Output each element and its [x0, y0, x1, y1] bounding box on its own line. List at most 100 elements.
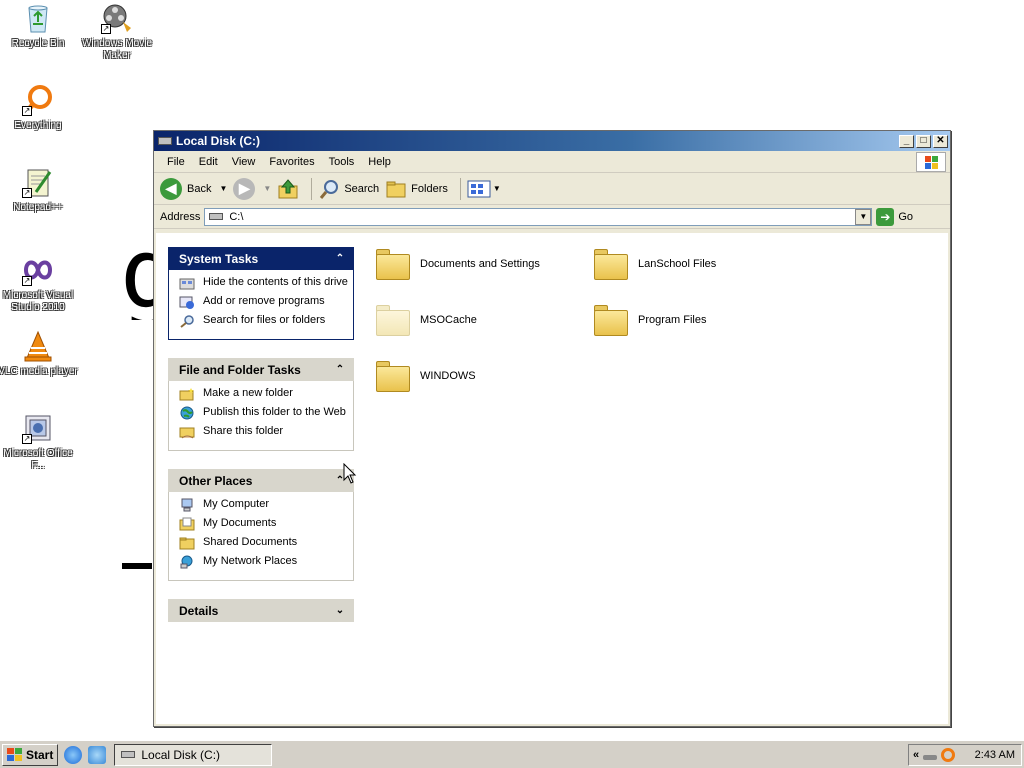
address-dropdown-icon[interactable]: ▼ — [855, 208, 872, 225]
shortcut-arrow-icon: ↗ — [101, 24, 111, 34]
place-shared-documents[interactable]: Shared Documents — [179, 536, 353, 550]
folder-name: Documents and Settings — [420, 258, 540, 270]
share-folder-icon — [179, 427, 195, 439]
views-dropdown-icon[interactable]: ▼ — [493, 184, 501, 193]
desktop-icon-office[interactable]: ↗ Microsoft Office F... — [0, 412, 78, 472]
desktop-icon-visual-studio[interactable]: ↗ Microsoft Visual Studio 2010 — [0, 254, 78, 314]
desktop-icon-label: VLC media player — [0, 366, 78, 377]
search-icon — [320, 179, 339, 199]
forward-dropdown-icon[interactable]: ▼ — [263, 184, 271, 193]
notepad-plus-plus-icon: ↗ — [22, 166, 54, 198]
menu-edit[interactable]: Edit — [192, 156, 225, 168]
collapse-chevron-icon[interactable]: ⌃ — [334, 364, 346, 376]
window-title: Local Disk (C:) — [176, 134, 261, 148]
system-tasks-header[interactable]: System Tasks ⌃ — [168, 247, 354, 270]
desktop-icon-movie-maker[interactable]: ↗ Windows Movie Maker — [77, 2, 157, 62]
other-places-header[interactable]: Other Places ⌃ — [168, 469, 354, 492]
shared-documents-icon — [179, 537, 195, 550]
office-icon: ↗ — [22, 412, 54, 444]
toolbar-separator — [311, 177, 313, 200]
menu-view[interactable]: View — [225, 156, 263, 168]
globe-icon — [180, 406, 194, 420]
menu-file[interactable]: File — [160, 156, 192, 168]
folder-name: Program Files — [638, 314, 707, 326]
up-folder-button[interactable] — [277, 178, 299, 200]
views-button[interactable]: ▼ — [467, 179, 501, 199]
system-tray: « 2:43 AM — [908, 744, 1022, 766]
windows-flag-icon — [7, 747, 23, 762]
maximize-button[interactable]: □ — [916, 134, 931, 148]
go-label: Go — [898, 210, 914, 223]
details-header[interactable]: Details ⌄ — [168, 599, 354, 622]
drive-icon — [158, 137, 172, 145]
folder-icon — [374, 357, 412, 395]
collapse-chevron-icon[interactable]: ⌃ — [334, 253, 346, 265]
task-hide-drive-contents[interactable]: Hide the contents of this drive — [179, 276, 353, 290]
desktop-icon-everything[interactable]: ↗ Everything — [0, 84, 78, 132]
close-button[interactable]: ✕ — [933, 134, 948, 148]
background-glyph: g — [120, 228, 154, 320]
shortcut-arrow-icon: ↗ — [22, 106, 32, 116]
visual-studio-icon: ↗ — [22, 254, 54, 286]
menu-tools[interactable]: Tools — [322, 156, 362, 168]
folder-name: MSOCache — [420, 314, 477, 326]
task-publish-folder-web[interactable]: Publish this folder to the Web — [179, 406, 353, 420]
desktop-icon-recycle-bin[interactable]: Recycle Bin — [0, 2, 78, 50]
folder-name: LanSchool Files — [638, 258, 717, 270]
taskbar-item-local-disk[interactable]: Local Disk (C:) — [114, 743, 273, 766]
folder-windows[interactable]: WINDOWS — [374, 357, 574, 395]
desktop-icon-notepad-plus-plus[interactable]: ↗ Notepad++ — [0, 166, 78, 214]
folder-program-files[interactable]: Program Files — [592, 301, 792, 339]
search-button[interactable]: Search — [318, 178, 379, 200]
folder-lanschool-files[interactable]: LanSchool Files — [592, 245, 792, 283]
background-dash — [122, 563, 152, 569]
place-my-computer[interactable]: My Computer — [179, 498, 353, 512]
menu-favorites[interactable]: Favorites — [262, 156, 321, 168]
window-titlebar[interactable]: Local Disk (C:) _ □ ✕ — [154, 131, 950, 151]
folder-msocache[interactable]: MSOCache — [374, 301, 574, 339]
task-make-new-folder[interactable]: Make a new folder — [179, 387, 353, 401]
folders-button[interactable]: Folders — [385, 178, 448, 200]
task-search-files[interactable]: Search for files or folders — [179, 314, 353, 328]
my-computer-icon — [181, 498, 193, 512]
everything-tray-icon[interactable] — [941, 748, 956, 762]
internet-explorer-icon[interactable] — [64, 745, 83, 764]
folders-label: Folders — [411, 182, 448, 195]
back-button[interactable]: ◀ Back ▼ — [160, 177, 227, 200]
drive-icon — [209, 213, 224, 220]
desktop-icon-label: Microsoft Office F... — [3, 448, 73, 471]
expand-chevron-icon[interactable]: ⌄ — [334, 605, 346, 617]
file-folder-tasks-header[interactable]: File and Folder Tasks ⌃ — [168, 358, 354, 381]
tray-expand-icon[interactable]: « — [913, 749, 919, 761]
folder-icon — [592, 301, 630, 339]
go-button[interactable]: ➔ Go — [876, 207, 914, 226]
clock[interactable]: 2:43 AM — [975, 749, 1015, 761]
network-places-icon — [180, 555, 193, 569]
toolbar: ◀ Back ▼ ▶ ▼ Search Folders ▼ — [154, 173, 950, 205]
folder-icon — [592, 245, 630, 283]
forward-button[interactable]: ▶ ▼ — [233, 177, 271, 200]
back-dropdown-icon[interactable]: ▼ — [219, 184, 227, 193]
place-my-network-places[interactable]: My Network Places — [179, 555, 353, 569]
system-tasks-body: Hide the contents of this drive Add or r… — [168, 270, 354, 340]
address-bar: Address C:\ ▼ ➔ Go — [154, 205, 950, 229]
desktop-icon-label: Windows Movie Maker — [81, 38, 153, 61]
desktop-icon-vlc[interactable]: VLC media player — [0, 330, 78, 378]
task-add-remove-programs[interactable]: Add or remove programs — [179, 295, 353, 309]
address-input[interactable]: C:\ ▼ — [204, 207, 873, 226]
folder-icon — [374, 245, 412, 283]
network-tray-icon[interactable] — [923, 754, 938, 760]
address-value: C:\ — [229, 210, 244, 223]
minimize-button[interactable]: _ — [899, 134, 914, 148]
task-share-folder[interactable]: Share this folder — [179, 425, 353, 439]
details-panel: Details ⌄ — [168, 599, 354, 622]
place-my-documents[interactable]: My Documents — [179, 517, 353, 531]
show-desktop-icon[interactable] — [88, 745, 107, 764]
start-button[interactable]: Start — [2, 743, 59, 766]
folder-documents-and-settings[interactable]: Documents and Settings — [374, 245, 574, 283]
up-folder-icon — [278, 178, 298, 198]
new-folder-icon — [179, 388, 194, 401]
system-tasks-panel: System Tasks ⌃ Hide the contents of this… — [168, 247, 354, 340]
menu-help[interactable]: Help — [361, 156, 398, 168]
other-places-body: My Computer My Documents Shared Document… — [168, 492, 354, 581]
